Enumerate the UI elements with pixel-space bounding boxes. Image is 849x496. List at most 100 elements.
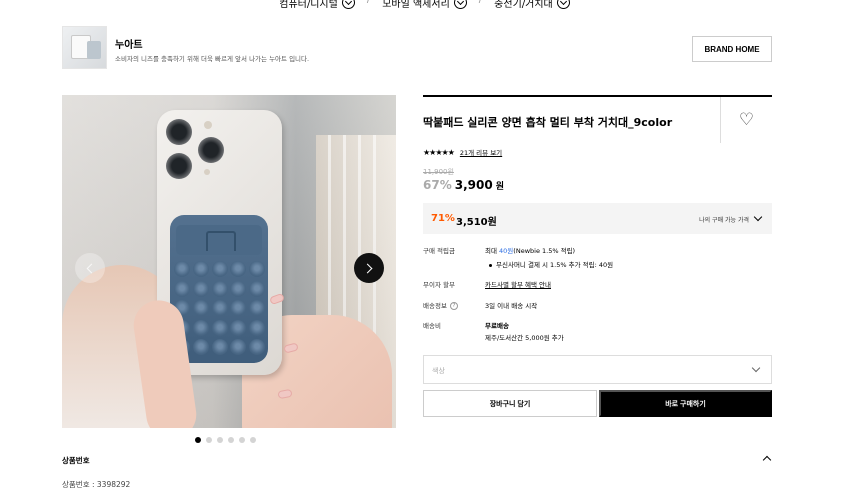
suction-cup [249, 280, 266, 297]
member-price-box[interactable]: 71% 3,510원 나의 구매 가능 가격 [423, 203, 772, 234]
chevron-left-icon [86, 263, 97, 273]
pagination-dot[interactable] [217, 437, 223, 443]
shipping-fee-extra: 제주/도서산간 5,000원 추가 [485, 334, 564, 342]
product-number-value: 상품번호 : 3398292 [62, 480, 131, 489]
chevron-down-icon[interactable] [341, 0, 355, 9]
chevron-down-icon[interactable] [556, 0, 570, 9]
kickstand [176, 225, 262, 255]
suction-cup [174, 261, 190, 277]
product-number-section: 상품번호 상품번호 : 3398292 [62, 455, 772, 489]
breadcrumb-label[interactable]: 모바일 액세서리 [382, 0, 450, 10]
suction-cup [211, 339, 228, 356]
product-image-gallery[interactable] [62, 95, 396, 428]
suction-cup [192, 300, 209, 317]
member-discount-percent: 71% [431, 213, 455, 224]
camera-flash [204, 121, 212, 129]
member-price-label[interactable]: 나의 구매 가능 가격 [699, 215, 749, 224]
sale-price: 3,900 [454, 178, 493, 192]
breadcrumb-item-digital[interactable]: 컴퓨터/디지털 [279, 0, 355, 10]
chevron-down-icon [751, 363, 761, 373]
points-extra: 무신사머니 결제 시 1.5% 추가 적립: 40원 [489, 259, 613, 269]
brand-header: 누아트 소비자의 니즈를 충족하기 위해 더욱 빠르게 앞서 나가는 누아트 입… [62, 26, 772, 70]
gallery-pagination [195, 437, 256, 443]
brand-description: 소비자의 니즈를 충족하기 위해 더욱 빠르게 앞서 나가는 누아트 입니다. [115, 55, 310, 63]
suction-cup [192, 280, 209, 297]
suction-cup [211, 280, 228, 297]
add-to-cart-button[interactable]: 장바구니 담기 [423, 390, 597, 417]
points-label: 구매 적립금 [423, 247, 455, 255]
suction-cup [211, 319, 228, 336]
brand-home-button[interactable]: BRAND HOME [692, 36, 772, 62]
rating-row: ★★★★★ 21개 리뷰 보기 [423, 147, 502, 158]
gallery-next-button[interactable] [354, 253, 384, 283]
shipping-info-label-wrap: 배송정보? [423, 300, 458, 310]
pagination-dot[interactable] [250, 437, 256, 443]
camera-lens [198, 137, 224, 163]
buy-now-button[interactable]: 바로 구매하기 [599, 390, 772, 417]
pagination-dot[interactable] [239, 437, 245, 443]
chevron-down-icon[interactable] [753, 212, 763, 222]
help-icon[interactable]: ? [449, 302, 458, 310]
breadcrumb-label[interactable]: 컴퓨터/디지털 [279, 0, 338, 10]
pagination-dot[interactable] [195, 437, 201, 443]
original-price: 11,900원 [423, 168, 454, 176]
suction-cup [249, 339, 266, 356]
suction-cup [249, 261, 266, 277]
suction-cup [192, 319, 209, 336]
like-button[interactable]: ♡ [720, 97, 772, 143]
product-info-panel: 딱붙패드 실리콘 양면 흡착 멀티 부착 거치대_9color ♡ ★★★★★ … [423, 95, 772, 417]
suction-cup [211, 300, 228, 317]
suction-cup [230, 300, 247, 317]
breadcrumb-separator: / [367, 0, 370, 10]
suction-cup [249, 300, 266, 317]
product-number-title: 상품번호 [62, 456, 90, 465]
breadcrumb-item-mobile-accessory[interactable]: 모바일 액세서리 [382, 0, 467, 10]
points-value: 최대 40원(Newbie 1.5% 적립) [485, 245, 575, 255]
breadcrumb-separator: / [479, 0, 482, 10]
breadcrumb: 컴퓨터/디지털 / 모바일 액세서리 / 충전기/거치대 [0, 0, 849, 10]
suction-cup [211, 261, 228, 277]
heart-icon: ♡ [738, 109, 755, 130]
camera-lens [166, 119, 192, 145]
bullet [489, 263, 492, 267]
installment-link[interactable]: 카드사별 할부 혜택 안내 [485, 279, 551, 289]
pagination-dot[interactable] [228, 437, 234, 443]
product-title: 딱붙패드 실리콘 양면 흡착 멀티 부착 거치대_9color [423, 116, 673, 129]
suction-cup [230, 280, 247, 297]
breadcrumb-label[interactable]: 충전기/거치대 [494, 0, 553, 10]
color-select-placeholder: 색상 [432, 367, 445, 375]
points-prefix: 최대 [485, 247, 500, 255]
shipping-fee-value: 무료배송 [485, 322, 509, 330]
suction-cup [230, 261, 247, 277]
star-rating: ★★★★★ [423, 147, 455, 157]
member-price: 3,510원 [456, 217, 497, 228]
sale-price-unit: 원 [495, 182, 504, 192]
points-amount: 40원 [499, 247, 514, 255]
brand-logo-device [87, 41, 101, 59]
camera-sensor [204, 169, 210, 175]
discount-percent: 67% [423, 178, 452, 192]
shipping-fee-label: 배송비 [423, 322, 441, 330]
suction-cup [249, 319, 266, 336]
points-suffix: (Newbie 1.5% 적립) [513, 247, 576, 255]
sale-price-row: 67% 3,900 원 [423, 178, 504, 192]
brand-name[interactable]: 누아트 [115, 36, 143, 51]
shipping-info-label: 배송정보 [423, 302, 447, 310]
chevron-down-icon[interactable] [453, 0, 467, 9]
suction-cup [230, 339, 247, 356]
gallery-prev-button[interactable] [75, 253, 105, 283]
suction-cup [192, 339, 209, 356]
brand-logo[interactable] [62, 26, 107, 69]
chevron-right-icon [362, 263, 373, 273]
points-extra-text: 무신사머니 결제 시 1.5% 추가 적립: 40원 [496, 261, 614, 269]
suction-cup [174, 280, 190, 297]
product-title-bar: 딱붙패드 실리콘 양면 흡착 멀티 부착 거치대_9color ♡ [423, 95, 772, 143]
suction-cup [192, 261, 209, 277]
pagination-dot[interactable] [206, 437, 212, 443]
breadcrumb-item-charger-stand[interactable]: 충전기/거치대 [494, 0, 570, 10]
shipping-info-value: 3일 이내 배송 시작 [485, 302, 538, 310]
camera-lens [166, 153, 192, 179]
color-select[interactable]: 색상 [423, 355, 772, 384]
review-link[interactable]: 21개 리뷰 보기 [460, 147, 502, 157]
installment-label: 무이자 할부 [423, 281, 455, 289]
